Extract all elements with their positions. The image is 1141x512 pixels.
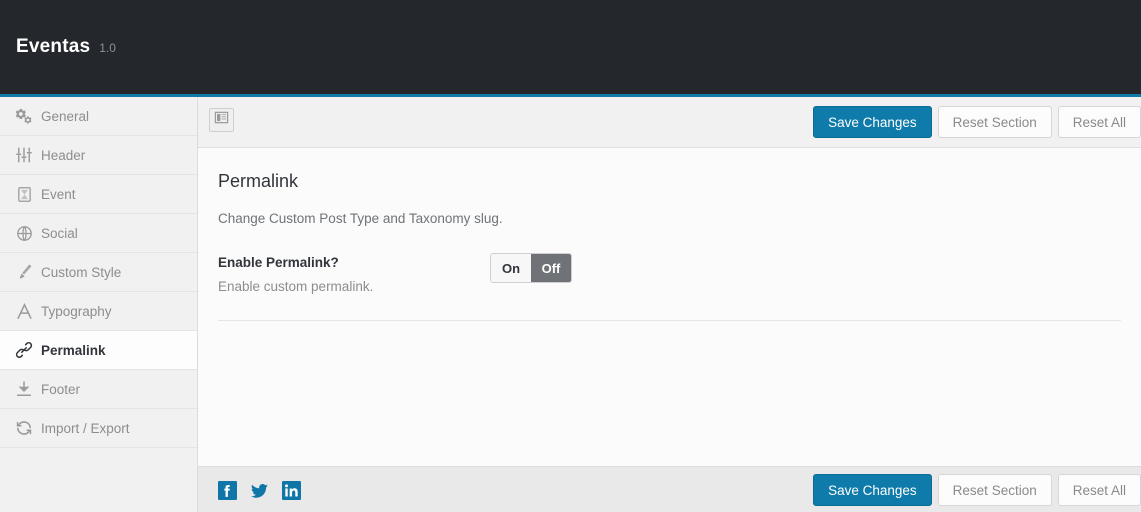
toolbar-actions: Save Changes Reset Section Reset All xyxy=(813,106,1141,138)
link-icon xyxy=(12,338,36,362)
sliders-icon xyxy=(12,143,36,167)
sidebar-item-social[interactable]: Social xyxy=(0,214,197,253)
brand: Eventas 1.0 xyxy=(16,36,116,58)
sidebar-item-typography[interactable]: Typography xyxy=(0,292,197,331)
panel-description: Change Custom Post Type and Taxonomy slu… xyxy=(218,192,1121,226)
permalink-panel: Permalink Change Custom Post Type and Ta… xyxy=(198,148,1141,465)
layout-toggle-button[interactable] xyxy=(209,108,234,132)
footer-actions: Save Changes Reset Section Reset All xyxy=(813,474,1141,506)
reset-all-button-bottom[interactable]: Reset All xyxy=(1058,474,1141,506)
content-footer: Save Changes Reset Section Reset All xyxy=(198,466,1141,512)
facebook-icon[interactable] xyxy=(217,480,237,500)
linkedin-icon[interactable] xyxy=(281,480,301,500)
sidebar-item-label: Custom Style xyxy=(41,265,121,280)
twitter-icon[interactable] xyxy=(249,480,269,500)
sidebar-item-general[interactable]: General xyxy=(0,97,197,136)
sidebar-item-label: Header xyxy=(41,148,85,163)
enable-permalink-toggle[interactable]: On Off xyxy=(490,253,572,283)
plugin-options-page: Eventas 1.0 General Header xyxy=(0,0,1141,512)
sidebar: General Header Event xyxy=(0,97,198,512)
content-toolbar: Save Changes Reset Section Reset All xyxy=(198,97,1141,148)
brush-icon xyxy=(12,260,36,284)
save-changes-button-top[interactable]: Save Changes xyxy=(813,106,932,138)
social-links xyxy=(217,480,301,500)
sidebar-item-label: Footer xyxy=(41,382,80,397)
sidebar-item-label: Import / Export xyxy=(41,421,130,436)
field-description: Enable custom permalink. xyxy=(218,279,1121,294)
reset-all-button-top[interactable]: Reset All xyxy=(1058,106,1141,138)
sidebar-item-label: Permalink xyxy=(41,343,106,358)
toggle-option-on[interactable]: On xyxy=(491,254,531,282)
sidebar-item-import-export[interactable]: Import / Export xyxy=(0,409,197,448)
field-label: Enable Permalink? xyxy=(218,255,1121,270)
letter-a-icon xyxy=(12,299,36,323)
globe-icon xyxy=(12,221,36,245)
sidebar-item-event[interactable]: Event xyxy=(0,175,197,214)
reset-section-button-bottom[interactable]: Reset Section xyxy=(938,474,1052,506)
reset-section-button-top[interactable]: Reset Section xyxy=(938,106,1052,138)
sidebar-item-header[interactable]: Header xyxy=(0,136,197,175)
layout-icon xyxy=(214,110,229,130)
sidebar-item-permalink[interactable]: Permalink xyxy=(0,331,197,370)
sidebar-item-custom-style[interactable]: Custom Style xyxy=(0,253,197,292)
app-header: Eventas 1.0 xyxy=(0,0,1141,94)
hourglass-icon xyxy=(12,182,36,206)
toggle-option-off[interactable]: Off xyxy=(531,254,571,282)
download-icon xyxy=(12,377,36,401)
gears-icon xyxy=(12,104,36,128)
refresh-icon xyxy=(12,416,36,440)
brand-version: 1.0 xyxy=(99,41,116,55)
field-enable-permalink: Enable Permalink? Enable custom permalin… xyxy=(218,255,1121,321)
sidebar-item-label: Typography xyxy=(41,304,112,319)
sidebar-item-label: Social xyxy=(41,226,78,241)
content-area: Save Changes Reset Section Reset All Per… xyxy=(198,97,1141,512)
sidebar-item-footer[interactable]: Footer xyxy=(0,370,197,409)
page-title: Permalink xyxy=(218,148,1121,192)
sidebar-item-label: General xyxy=(41,109,89,124)
brand-name: Eventas xyxy=(16,36,90,58)
save-changes-button-bottom[interactable]: Save Changes xyxy=(813,474,932,506)
sidebar-item-label: Event xyxy=(41,187,76,202)
